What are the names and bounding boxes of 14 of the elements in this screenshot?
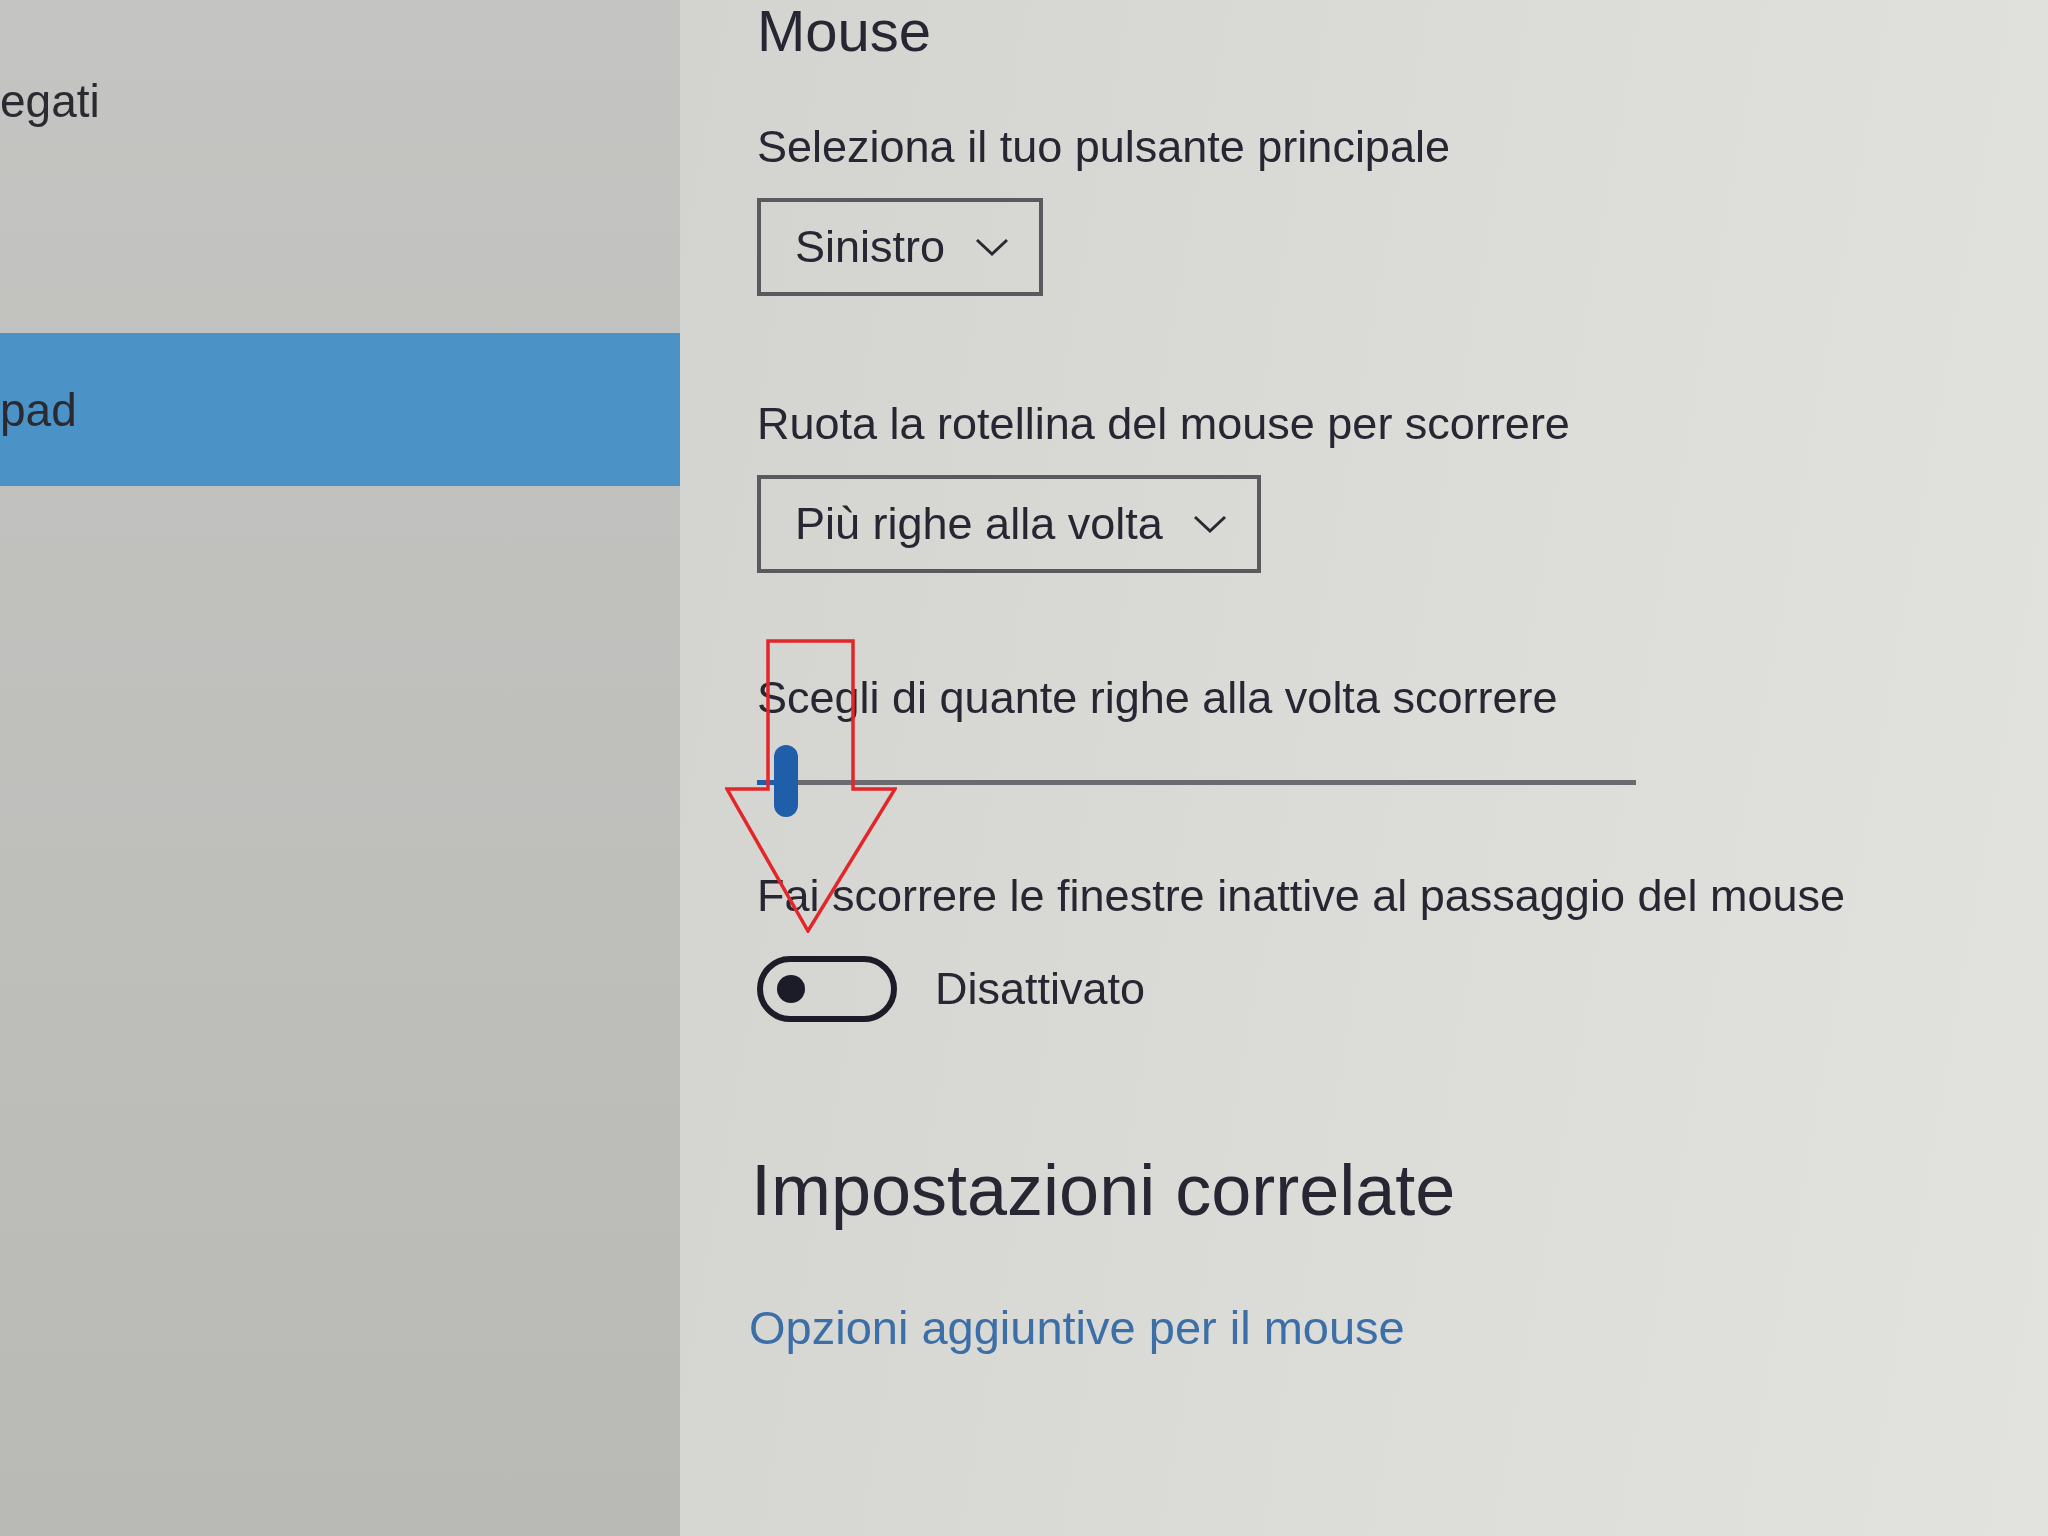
toggle-switch[interactable] bbox=[757, 956, 897, 1022]
dropdown[interactable]: Sinistro bbox=[757, 198, 1044, 296]
dropdown[interactable]: Più righe alla volta bbox=[757, 475, 1261, 573]
toggle-state-label: Disattivato bbox=[935, 962, 1146, 1016]
section-heading: Impostazioni correlate bbox=[751, 1150, 1456, 1230]
chevron-down-icon bbox=[975, 238, 1010, 256]
setting-label: Seleziona il tuo pulsante principale bbox=[757, 120, 1450, 174]
chevron-down-icon bbox=[1192, 515, 1227, 533]
sidebar-item[interactable]: egati bbox=[0, 24, 680, 177]
page-title: Mouse bbox=[757, 0, 932, 62]
slider-thumb[interactable] bbox=[774, 745, 799, 817]
sidebar-item[interactable]: pad bbox=[0, 333, 680, 486]
setting-label: Ruota la rotellina del mouse per scorrere bbox=[757, 397, 1570, 451]
settings-link[interactable]: Opzioni aggiuntive per il mouse bbox=[749, 1300, 1405, 1356]
